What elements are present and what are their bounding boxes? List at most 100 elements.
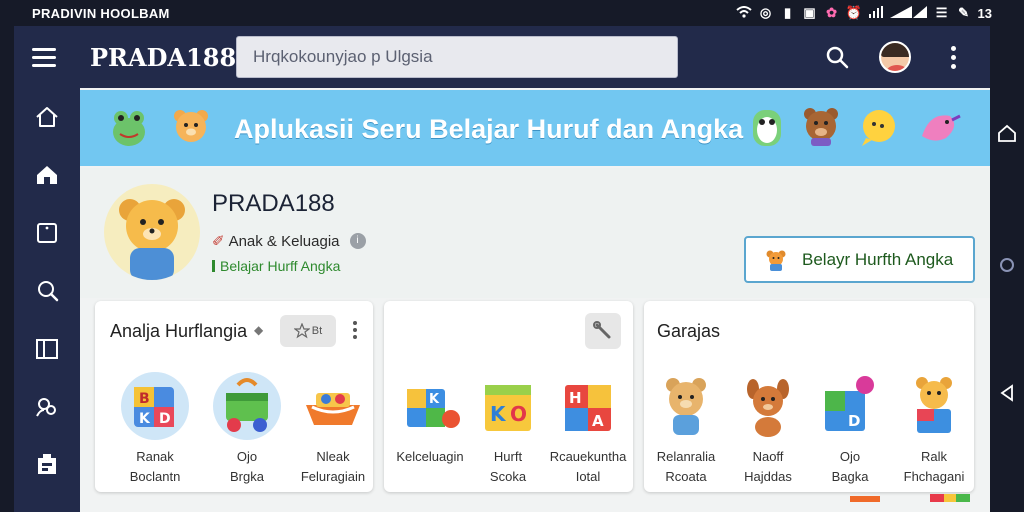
svg-text:K: K [490, 402, 507, 426]
bird-sticker-icon [922, 114, 961, 141]
learn-button[interactable]: Belayr Hurfth Angka [744, 236, 975, 283]
tile-label-line2: Brgka [230, 469, 264, 484]
wifi-icon [735, 6, 752, 20]
svg-text:B: B [139, 391, 150, 407]
lock-icon: ▮ [783, 5, 792, 20]
nav-rail [14, 88, 80, 512]
category-card: Analja Hurflangia ◆ Bt BDK Ranak Boclantn… [95, 301, 373, 492]
list-item[interactable]: BDK Ranak Boclantn [115, 371, 195, 487]
circle-icon [1000, 258, 1014, 272]
alarm-icon: ⏰ [845, 5, 862, 20]
signal-icon [868, 6, 884, 20]
rail-item-house[interactable] [14, 146, 80, 204]
home-outline-icon [36, 107, 58, 127]
tile-label-line1: Nleak [316, 449, 350, 464]
rail-item-home[interactable] [14, 88, 80, 146]
system-recents-button[interactable] [992, 250, 1022, 280]
rail-item-library[interactable] [14, 436, 80, 494]
chat-bubble-sticker-icon [862, 110, 895, 146]
tool-button[interactable] [585, 313, 621, 349]
square-icon [37, 223, 57, 243]
menu-button[interactable] [14, 26, 74, 88]
battery-icon: ☰ [935, 5, 948, 20]
list-item[interactable]: Relanralia Rcoata [646, 371, 726, 487]
list-item[interactable]: Ojo Brgka [207, 371, 287, 487]
hamburger-icon-line [32, 55, 56, 59]
app-bar-actions [818, 38, 972, 76]
svg-text:A: A [592, 412, 604, 430]
svg-text:H: H [569, 389, 582, 407]
avatar [879, 41, 911, 73]
profile-category: ✐ Anak & Keluagia i [212, 232, 366, 250]
svg-text:D: D [159, 411, 171, 427]
tile-label-line1: Ojo [236, 449, 258, 464]
home-outline-icon [998, 124, 1016, 142]
tile-label-line1: Rcauekuntha [549, 449, 627, 464]
info-icon[interactable]: i [349, 233, 366, 249]
svg-text:K: K [139, 411, 151, 427]
list-item[interactable]: Nleak Feluragiain [293, 371, 373, 487]
profile-tag-label: Belajar Hurff Angka [220, 258, 341, 274]
letter-blocks-icon: KO [473, 371, 543, 441]
status-bar-label: PRADIVIN HOOLBAM [32, 5, 170, 21]
tile-label-line2: Bagka [831, 469, 869, 484]
tag-marker-icon [212, 260, 215, 272]
rail-item-community[interactable] [14, 378, 80, 436]
dog-toy-icon [733, 371, 803, 441]
tile-label-line2: Rcoata [665, 469, 707, 484]
card-title: Garajas [657, 321, 721, 341]
more-vert-icon[interactable] [353, 321, 357, 339]
search-button[interactable] [818, 38, 856, 76]
list-item[interactable]: Naoff Hajddas [728, 371, 808, 487]
tile-label-line1: Ralk [920, 449, 947, 464]
tile-label-line2: Boclantn [129, 469, 181, 484]
bear-sticker-icon [804, 108, 838, 146]
tile-label-line2: Fhchagani [903, 469, 965, 484]
hamburger-icon-line [32, 63, 56, 67]
tile-label-line1: Naoff [752, 449, 784, 464]
more-vert-icon [950, 45, 956, 69]
rail-item-square[interactable] [14, 204, 80, 262]
tile-label-line2: Hajddas [744, 469, 792, 484]
tile-label-line1: Ojo [839, 449, 861, 464]
profile-avatar [104, 184, 200, 280]
abc-block-ball-icon: BDK [120, 371, 190, 441]
blocks-ball-icon: D [815, 371, 885, 441]
status-bar: PRADIVIN HOOLBAM ◎ ▮ ▣ ✿ ⏰ ☰ ✎ 13 [0, 0, 1024, 26]
list-item[interactable]: KO Hurft Scoka [468, 371, 548, 487]
app-bar: PRADA188 [14, 26, 990, 88]
search-input[interactable] [236, 36, 678, 78]
svg-text:O: O [510, 402, 527, 426]
overflow-menu-button[interactable] [934, 38, 972, 76]
pencil-icon: ✐ [212, 233, 225, 250]
banner-title: Aplukasii Seru Belajar Huruf dan Angka [234, 114, 744, 144]
system-home-button[interactable] [992, 118, 1022, 148]
decorative-strip-icon [850, 494, 970, 502]
profile-name: PRADA188 [212, 190, 335, 217]
system-back-button[interactable] [992, 378, 1022, 408]
profile-category-label: Anak & Keluagia [228, 232, 340, 250]
cell-signal-icon [912, 6, 928, 20]
filter-chip-label: Bt [311, 325, 323, 337]
community-icon [36, 398, 56, 417]
hero-banner: Aplukasii Seru Belajar Huruf dan Angka [80, 90, 990, 166]
filter-chip[interactable]: Bt [280, 315, 336, 347]
device-frame: PRADIVIN HOOLBAM ◎ ▮ ▣ ✿ ⏰ ☰ ✎ 13 PRADA1… [0, 0, 1024, 512]
letter-cube-icon: HA [553, 371, 623, 441]
svg-text:K: K [429, 392, 440, 407]
system-nav [990, 88, 1024, 512]
tile-label-line1: Ranak [136, 449, 174, 464]
rail-item-search[interactable] [14, 262, 80, 320]
rail-item-book[interactable] [14, 320, 80, 378]
list-item[interactable]: Ralk Fhchagani [894, 371, 974, 487]
list-item[interactable]: K Kelceluagin [390, 371, 470, 467]
hamburger-icon-line [32, 47, 56, 51]
house-filled-icon [37, 166, 57, 184]
profile-avatar-button[interactable] [876, 38, 914, 76]
tile-label-line2: Iotal [575, 469, 601, 484]
profile-section: PRADA188 ✐ Anak & Keluagia i Belajar Hur… [80, 168, 990, 298]
status-icons: ◎ ▮ ▣ ✿ ⏰ ☰ ✎ 13 [735, 5, 992, 21]
list-item[interactable]: D Ojo Bagka [810, 371, 890, 487]
list-item[interactable]: HA Rcauekuntha Iotal [548, 371, 628, 487]
toy-cart-icon [212, 371, 282, 441]
